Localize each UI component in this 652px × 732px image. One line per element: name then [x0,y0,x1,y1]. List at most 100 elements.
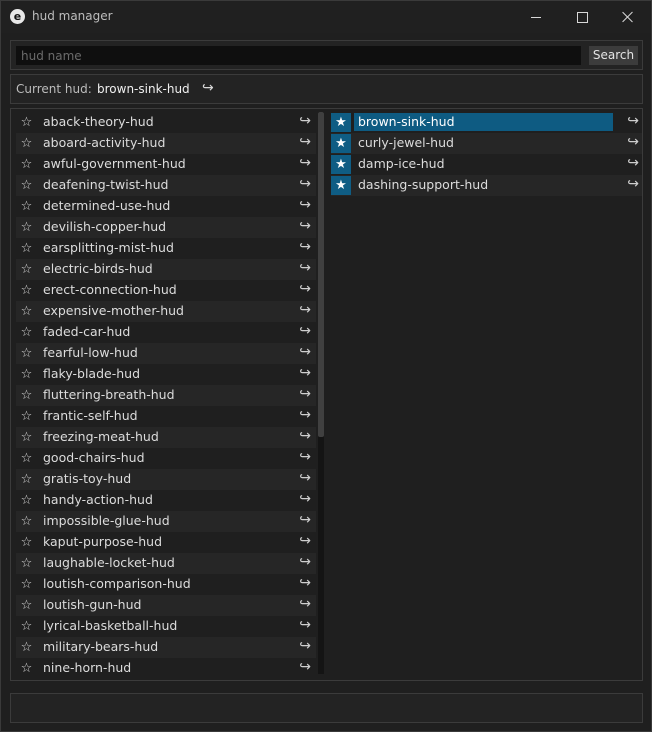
load-hud-icon[interactable]: ↪ [299,407,311,423]
hud-name[interactable]: lyrical-basketball-hud [43,618,177,633]
star-filled-icon[interactable]: ★ [331,176,351,195]
hud-name[interactable]: electric-birds-hud [43,261,153,276]
hud-row[interactable]: ★ curly-jewel-hud ↪ [331,133,642,154]
hud-row[interactable]: ☆ determined-use-hud ↪ [16,196,316,217]
search-input[interactable] [16,46,581,65]
hud-name[interactable]: fluttering-breath-hud [43,387,175,402]
star-outline-icon[interactable]: ☆ [16,239,37,258]
hud-name[interactable]: brown-sink-hud [358,114,455,129]
load-hud-icon[interactable]: ↪ [299,554,311,570]
hud-name[interactable]: nine-horn-hud [43,660,131,675]
hud-name[interactable]: faded-car-hud [43,324,130,339]
load-hud-icon[interactable]: ↪ [299,155,311,171]
load-hud-icon[interactable]: ↪ [627,113,639,129]
hud-row[interactable]: ☆ erect-connection-hud ↪ [16,280,316,301]
hud-row[interactable]: ☆ faded-car-hud ↪ [16,322,316,343]
hud-row[interactable]: ☆ handy-action-hud ↪ [16,490,316,511]
hud-name[interactable]: military-bears-hud [43,639,158,654]
load-hud-icon[interactable]: ↪ [627,155,639,171]
hud-row[interactable]: ★ damp-ice-hud ↪ [331,154,642,175]
load-hud-icon[interactable]: ↪ [299,239,311,255]
hud-row[interactable]: ☆ aback-theory-hud ↪ [16,112,316,133]
load-hud-icon[interactable]: ↪ [299,638,311,654]
load-hud-icon[interactable]: ↪ [299,134,311,150]
hud-name[interactable]: earsplitting-mist-hud [43,240,174,255]
star-outline-icon[interactable]: ☆ [16,197,37,216]
hud-name[interactable]: fearful-low-hud [43,345,138,360]
load-hud-icon[interactable]: ↪ [299,218,311,234]
hud-name[interactable]: erect-connection-hud [43,282,177,297]
load-hud-icon[interactable]: ↪ [299,302,311,318]
load-hud-icon[interactable]: ↪ [299,281,311,297]
star-outline-icon[interactable]: ☆ [16,659,37,678]
hud-row[interactable]: ☆ laughable-locket-hud ↪ [16,553,316,574]
hud-name[interactable]: loutish-gun-hud [43,597,141,612]
all-huds-scrollbar[interactable] [318,112,324,674]
maximize-button[interactable] [559,1,605,33]
hud-row[interactable]: ☆ kaput-purpose-hud ↪ [16,532,316,553]
load-hud-icon[interactable]: ↪ [299,617,311,633]
star-outline-icon[interactable]: ☆ [16,302,37,321]
hud-name[interactable]: frantic-self-hud [43,408,138,423]
hud-name[interactable]: dashing-support-hud [358,177,488,192]
load-hud-icon[interactable]: ↪ [299,344,311,360]
hud-row[interactable]: ☆ gratis-toy-hud ↪ [16,469,316,490]
star-outline-icon[interactable]: ☆ [16,134,37,153]
load-hud-icon[interactable]: ↪ [299,575,311,591]
load-hud-icon[interactable]: ↪ [299,113,311,129]
hud-name[interactable]: awful-government-hud [43,156,186,171]
load-hud-icon[interactable]: ↪ [299,197,311,213]
scrollbar-thumb[interactable] [318,112,324,437]
star-outline-icon[interactable]: ☆ [16,638,37,657]
hud-name[interactable]: gratis-toy-hud [43,471,131,486]
star-outline-icon[interactable]: ☆ [16,176,37,195]
hud-row[interactable]: ☆ impossible-glue-hud ↪ [16,511,316,532]
load-hud-icon[interactable]: ↪ [299,365,311,381]
star-outline-icon[interactable]: ☆ [16,407,37,426]
star-outline-icon[interactable]: ☆ [16,491,37,510]
star-outline-icon[interactable]: ☆ [16,365,37,384]
hud-row[interactable]: ☆ flaky-blade-hud ↪ [16,364,316,385]
star-outline-icon[interactable]: ☆ [16,470,37,489]
load-hud-icon[interactable]: ↪ [299,512,311,528]
load-hud-icon[interactable]: ↪ [299,659,311,675]
star-filled-icon[interactable]: ★ [331,155,351,174]
minimize-button[interactable] [513,1,559,33]
load-hud-icon[interactable]: ↪ [299,428,311,444]
hud-row[interactable]: ☆ nine-horn-hud ↪ [16,658,316,679]
star-outline-icon[interactable]: ☆ [16,554,37,573]
hud-row[interactable]: ☆ loutish-gun-hud ↪ [16,595,316,616]
hud-name[interactable]: freezing-meat-hud [43,429,159,444]
hud-name[interactable]: laughable-locket-hud [43,555,175,570]
hud-row[interactable]: ☆ devilish-copper-hud ↪ [16,217,316,238]
close-button[interactable] [605,1,651,33]
star-filled-icon[interactable]: ★ [331,113,351,132]
hud-row[interactable]: ☆ lyrical-basketball-hud ↪ [16,616,316,637]
hud-row[interactable]: ☆ awful-government-hud ↪ [16,154,316,175]
hud-name[interactable]: curly-jewel-hud [358,135,454,150]
load-hud-icon[interactable]: ↪ [299,533,311,549]
hud-row[interactable]: ★ dashing-support-hud ↪ [331,175,642,196]
hud-name[interactable]: damp-ice-hud [358,156,445,171]
hud-row[interactable]: ☆ loutish-comparison-hud ↪ [16,574,316,595]
load-hud-icon[interactable]: ↪ [299,491,311,507]
hud-name[interactable]: handy-action-hud [43,492,153,507]
star-filled-icon[interactable]: ★ [331,134,351,153]
star-outline-icon[interactable]: ☆ [16,218,37,237]
hud-name[interactable]: aboard-activity-hud [43,135,165,150]
load-current-hud-icon[interactable]: ↪ [202,80,214,96]
star-outline-icon[interactable]: ☆ [16,344,37,363]
load-hud-icon[interactable]: ↪ [299,323,311,339]
hud-row[interactable]: ★ brown-sink-hud ↪ [331,112,642,133]
star-outline-icon[interactable]: ☆ [16,155,37,174]
hud-row[interactable]: ☆ electric-birds-hud ↪ [16,259,316,280]
hud-row[interactable]: ☆ freezing-meat-hud ↪ [16,427,316,448]
hud-name[interactable]: impossible-glue-hud [43,513,170,528]
hud-row[interactable]: ☆ deafening-twist-hud ↪ [16,175,316,196]
title-bar[interactable]: e hud manager [1,1,651,33]
load-hud-icon[interactable]: ↪ [627,134,639,150]
hud-name[interactable]: kaput-purpose-hud [43,534,162,549]
star-outline-icon[interactable]: ☆ [16,575,37,594]
load-hud-icon[interactable]: ↪ [299,260,311,276]
search-button[interactable]: Search [589,46,638,65]
